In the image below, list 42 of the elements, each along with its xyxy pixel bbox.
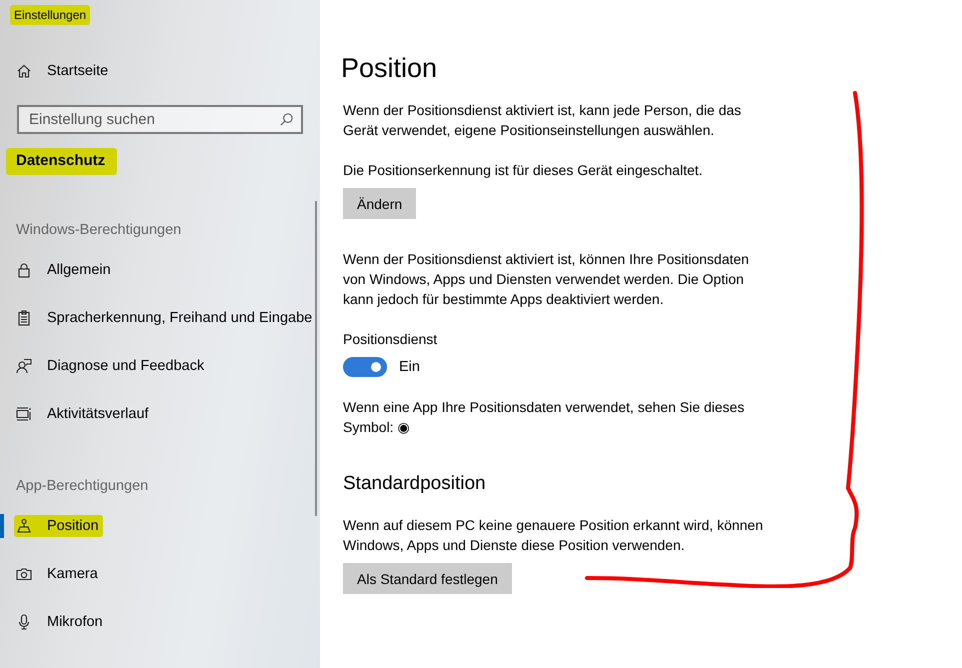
- sidebar-item[interactable]: Allgemein: [0, 246, 320, 294]
- sidebar-item[interactable]: Spracherkennung, Freihand und Eingabe: [0, 294, 320, 342]
- search-field[interactable]: Einstellung suchen: [17, 105, 303, 134]
- description-text: Wenn auf diesem PC keine genauere Position erkannt wird, können Windows, Apps und Dienste diese Position verwenden.: [343, 516, 764, 555]
- description-text: Wenn der Positionsdienst aktiviert ist, kann jede Person, die das Gerät verwendet, eigene Positionseinstellungen auswählen.: [343, 101, 742, 140]
- item-highlight: Mikrofon: [14, 611, 107, 633]
- sidebar-item[interactable]: Mikrofon: [0, 598, 320, 646]
- sidebar-item[interactable]: Kamera: [0, 550, 320, 598]
- person-feedback-icon: [16, 358, 32, 374]
- item-highlight: Allgemein: [14, 259, 115, 281]
- section-heading: Standardposition: [343, 473, 487, 495]
- group-heading: Windows-Berechtigungen: [15, 221, 182, 238]
- item-highlight: Spracherkennung, Freihand und Eingabe: [14, 307, 316, 329]
- item-highlight: Kamera: [14, 563, 102, 585]
- category-title: Datenschutz: [6, 148, 118, 175]
- location-person-icon: [16, 518, 32, 534]
- sidebar-item[interactable]: Position: [0, 502, 320, 550]
- description-text: Die Positionserkennung ist für dieses Gerät eingeschaltet.: [343, 161, 704, 180]
- sidebar-item[interactable]: Aktivitätsverlauf: [0, 390, 320, 438]
- action-button[interactable]: Ändern: [343, 188, 416, 219]
- group-heading: App-Berechtigungen: [15, 477, 150, 494]
- microphone-icon: [16, 614, 32, 630]
- home-icon: [16, 63, 32, 79]
- clipboard-icon: [16, 310, 32, 326]
- home-link[interactable]: Startseite: [0, 47, 320, 95]
- toggle-switch[interactable]: [343, 357, 387, 377]
- action-button[interactable]: Als Standard festlegen: [343, 563, 512, 594]
- setting-label: Positionsdienst: [343, 331, 438, 347]
- search-input[interactable]: Einstellung suchen: [19, 111, 279, 128]
- description-text: Wenn der Positionsdienst aktiviert ist, können Ihre Positionsdaten von Windows, Apps und Diensten verwendet werden. Die Option kann jedoch für bestimmte Apps deaktiviert werden.: [343, 250, 750, 309]
- item-highlight: Diagnose und Feedback: [14, 355, 208, 377]
- camera-icon: [16, 566, 32, 582]
- sidebar-item[interactable]: Diagnose und Feedback: [0, 342, 320, 390]
- item-highlight: Aktivitätsverlauf: [14, 403, 153, 425]
- window-title: Einstellungen: [10, 5, 90, 25]
- toggle-state-text: Ein: [399, 359, 420, 375]
- timeline-icon: [16, 406, 32, 422]
- description-text: Wenn eine App Ihre Positionsdaten verwendet, sehen Sie dieses Symbol: ◉: [343, 399, 744, 435]
- lock-icon: [16, 262, 32, 278]
- item-highlight: Position: [14, 515, 103, 537]
- search-icon: [279, 112, 294, 127]
- page-title: Position: [341, 53, 438, 84]
